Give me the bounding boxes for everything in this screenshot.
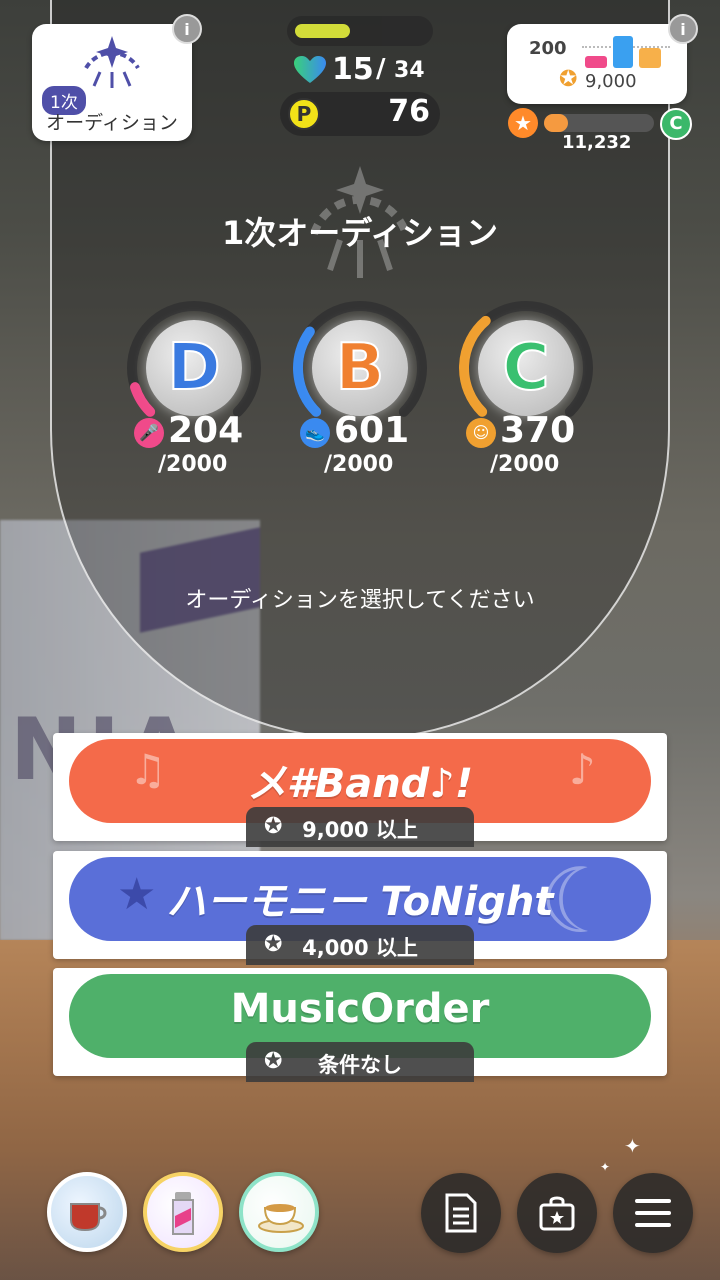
requirement-text: 条件なし	[318, 1053, 402, 1077]
shoe-icon: 👟	[300, 418, 330, 448]
face-icon: ☺	[466, 418, 496, 448]
stamina-fill	[295, 24, 350, 38]
audition-option-band[interactable]: ♫ ♪ メ#Band♪! ✪ 9,000 以上	[53, 733, 667, 847]
star-icon: ✪	[559, 67, 578, 92]
audition-emblem-icon	[84, 36, 140, 88]
shop-button[interactable]	[517, 1173, 597, 1253]
grade-letter: B	[335, 330, 386, 406]
rank-bar	[544, 114, 654, 132]
page-title: 1次オーディション	[221, 214, 499, 252]
document-icon	[445, 1193, 477, 1233]
stat-value: 601	[334, 410, 410, 451]
sparkle-icon: ✦	[624, 1134, 641, 1158]
option-label: メ#Band♪!	[246, 761, 474, 807]
requirement-box: ✪ 条件なし	[246, 1042, 474, 1082]
fan-bar-blue	[613, 36, 633, 68]
fan-card[interactable]: 200 ✪ 9,000	[507, 24, 687, 104]
stamina-max: 34	[394, 58, 425, 83]
stat-dance: B 👟 601 /2000	[290, 298, 430, 478]
stat-max: /2000	[158, 452, 228, 477]
requirement-box: ✪ 9,000 以上	[246, 807, 474, 847]
drink-bottle-button[interactable]	[143, 1172, 223, 1252]
stat-visual: C ☺ 370 /2000	[456, 298, 596, 478]
stat-value: 204	[168, 410, 244, 451]
info-icon[interactable]: i	[172, 14, 202, 44]
rank-star-icon: ★	[508, 108, 538, 138]
select-prompt: オーディションを選択してください	[185, 588, 535, 613]
stat-value: 370	[500, 410, 576, 451]
stat-max: /2000	[490, 452, 560, 477]
fan-bar-orange	[639, 48, 661, 68]
sparkle-icon: ✦	[600, 1160, 611, 1174]
rank-fill	[544, 114, 569, 132]
points-icon: P	[288, 98, 320, 130]
audition-option-musicorder[interactable]: MusicOrder ✪ 条件なし	[53, 968, 667, 1082]
teacup-saucer-button[interactable]	[239, 1172, 319, 1252]
points-box[interactable]: P 76	[280, 92, 440, 136]
microphone-icon: 🎤	[134, 418, 164, 448]
info-icon[interactable]: i	[668, 14, 698, 44]
tea-cup-icon	[70, 1203, 107, 1232]
stamina-current: 15	[332, 52, 374, 87]
stat-max: /2000	[324, 452, 394, 477]
menu-icon	[635, 1199, 671, 1227]
audition-option-tonight[interactable]: ★ ☾ ハーモニー ToNight ✪ 4,000 以上	[53, 851, 667, 965]
teacup-saucer-icon	[258, 1204, 304, 1233]
audition-card[interactable]: 1次 オーディション	[32, 24, 192, 141]
tea-cup-button[interactable]	[47, 1172, 127, 1252]
requirement-box: ✪ 4,000 以上	[246, 925, 474, 965]
main-menu-button[interactable]	[613, 1173, 693, 1253]
rank-value: 11,232	[562, 132, 632, 153]
fan-card-value: 9,000	[585, 71, 637, 92]
drink-bottle-icon	[172, 1192, 194, 1235]
fan-bar-pink	[585, 56, 607, 68]
document-button[interactable]	[421, 1173, 501, 1253]
rank-letter: C	[660, 108, 692, 140]
option-label: ハーモニー ToNight	[166, 879, 554, 925]
fan-card-label: 200	[529, 38, 567, 59]
requirement-text: 4,000 以上	[302, 936, 418, 960]
shop-bag-icon	[539, 1196, 575, 1231]
requirement-text: 9,000 以上	[302, 818, 418, 842]
points-value: 76	[388, 94, 430, 129]
stamina-bar	[287, 16, 433, 46]
option-label: MusicOrder	[230, 986, 490, 1032]
stamina-slash: /	[376, 54, 386, 84]
grade-letter: D	[166, 330, 221, 406]
audition-name: オーディション	[46, 112, 178, 134]
grade-letter: C	[502, 330, 551, 406]
stamina-text: 15 / 34	[294, 52, 434, 88]
stat-vocal: D 🎤 204 /2000	[124, 298, 264, 478]
